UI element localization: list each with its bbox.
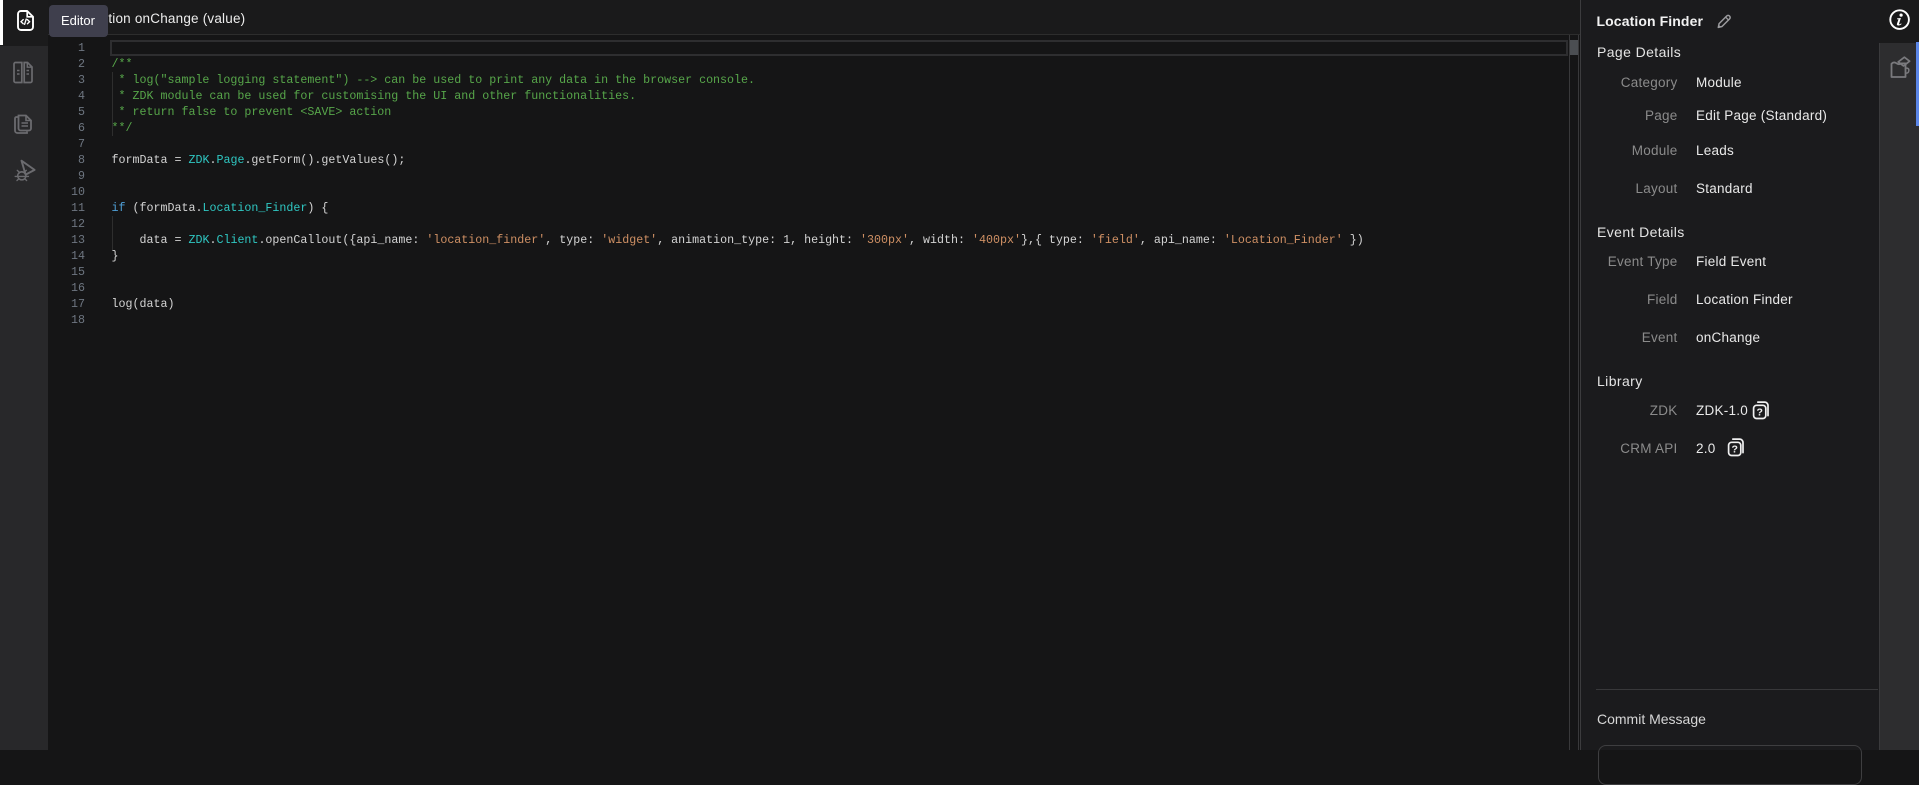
svg-text:?: ? [1756,406,1762,418]
svg-text:?: ? [1731,443,1737,455]
